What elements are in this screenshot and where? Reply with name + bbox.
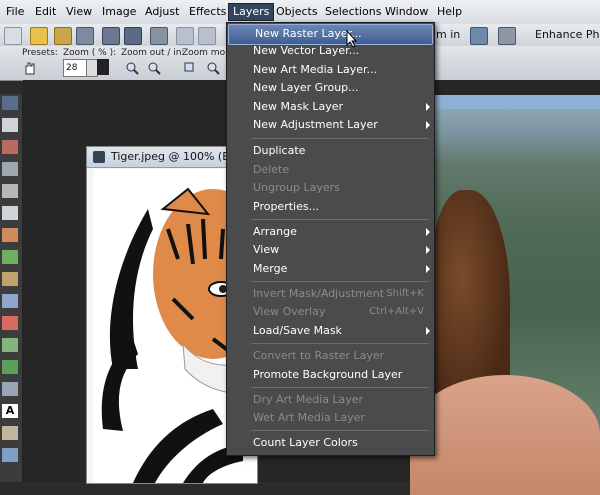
menu-item-view-overlay: View Overlay Ctrl+Alt+V xyxy=(253,305,424,318)
arrow-cursor-icon xyxy=(346,30,358,48)
menu-image[interactable]: Image xyxy=(98,4,140,20)
picture-tube-icon[interactable] xyxy=(2,382,18,396)
menu-separator xyxy=(251,281,429,282)
document-icon xyxy=(93,151,105,163)
background-photo-window[interactable] xyxy=(410,95,600,495)
menu-file[interactable]: File xyxy=(2,4,28,20)
presets-label: Presets: xyxy=(22,48,58,58)
menu-edit[interactable]: Edit xyxy=(31,4,60,20)
browse-icon[interactable] xyxy=(54,27,72,45)
window-layout-icon[interactable] xyxy=(498,27,516,45)
undo-icon[interactable] xyxy=(176,27,194,45)
warp-brush-icon[interactable] xyxy=(2,426,18,440)
image-icon[interactable] xyxy=(470,27,488,45)
menu-item-invert-mask: Invert Mask/Adjustment Shift+K xyxy=(253,287,424,300)
shortcut-text: Shift+K xyxy=(386,288,424,299)
text-tool-icon[interactable]: A xyxy=(2,404,18,418)
photo-title-strip xyxy=(410,95,600,109)
submenu-arrow-icon xyxy=(426,265,430,273)
zoom-out-in-label: Zoom out / in: xyxy=(121,48,185,58)
save-as-icon[interactable] xyxy=(102,27,120,45)
menu-item-view[interactable]: View xyxy=(227,241,434,260)
submenu-arrow-icon xyxy=(426,121,430,129)
menu-separator xyxy=(251,387,429,388)
art-media-icon[interactable] xyxy=(2,448,18,462)
dropper-tool-icon[interactable] xyxy=(2,162,18,176)
menu-separator xyxy=(251,430,429,431)
menu-window[interactable]: Window xyxy=(381,4,432,20)
submenu-arrow-icon xyxy=(426,103,430,111)
menu-item-wet-art-media: Wet Art Media Layer xyxy=(253,411,365,424)
submenu-arrow-icon xyxy=(426,246,430,254)
paint-brush-icon[interactable] xyxy=(2,316,18,330)
straighten-tool-icon[interactable] xyxy=(2,206,18,220)
clone-tool-icon[interactable] xyxy=(2,272,18,286)
menu-item-dry-art-media: Dry Art Media Layer xyxy=(253,393,364,406)
paint-bucket-icon[interactable] xyxy=(2,360,18,374)
new-file-icon[interactable] xyxy=(4,27,22,45)
zoom-in-label[interactable]: m in xyxy=(436,28,460,41)
layers-dropdown-menu: New Raster Layer... New Vector Layer... … xyxy=(226,22,435,456)
menu-item-convert-to-raster: Convert to Raster Layer xyxy=(253,349,385,362)
menu-item-new-mask-layer[interactable]: New Mask Layer xyxy=(227,98,434,117)
zoom-in-icon[interactable] xyxy=(146,60,162,76)
zoom-value-field[interactable]: 28 xyxy=(63,59,87,77)
crop-tool-icon[interactable] xyxy=(2,184,18,198)
zoom-out-icon[interactable] xyxy=(124,60,140,76)
scratch-remover-icon[interactable] xyxy=(2,294,18,308)
zoom-dropdown-icon[interactable] xyxy=(97,59,109,75)
email-icon[interactable] xyxy=(150,27,168,45)
menu-item-arrange[interactable]: Arrange xyxy=(227,223,434,242)
menu-item-new-layer-group[interactable]: New Layer Group... xyxy=(227,79,434,98)
makeover-tool-icon[interactable] xyxy=(2,250,18,264)
tools-palette: A xyxy=(0,94,23,482)
menu-adjust[interactable]: Adjust xyxy=(141,4,183,20)
menu-item-merge[interactable]: Merge xyxy=(227,260,434,279)
menu-separator xyxy=(251,138,429,139)
menu-objects[interactable]: Objects xyxy=(272,4,322,20)
print-icon[interactable] xyxy=(124,27,142,45)
hand-preset-icon[interactable] xyxy=(22,60,38,76)
menu-layers[interactable]: Layers xyxy=(228,3,275,21)
zoom-more-out-icon[interactable] xyxy=(182,60,198,76)
pan-tool-icon[interactable] xyxy=(2,96,18,110)
menu-item-ungroup-layers: Ungroup Layers xyxy=(253,181,340,194)
menu-item-delete: Delete xyxy=(253,163,290,176)
menu-item-properties[interactable]: Properties... xyxy=(227,198,434,217)
menu-separator xyxy=(251,343,429,344)
redo-icon[interactable] xyxy=(198,27,216,45)
selection-tool-icon[interactable] xyxy=(2,140,18,154)
zoom-percent-label: Zoom ( % ): xyxy=(63,48,117,58)
red-eye-tool-icon[interactable] xyxy=(2,228,18,242)
menu-item-new-art-media-layer[interactable]: New Art Media Layer... xyxy=(227,61,434,80)
pick-tool-icon[interactable] xyxy=(2,118,18,132)
photo-subject-shoulder xyxy=(410,375,600,495)
enhance-photo-button[interactable]: Enhance Photo xyxy=(535,28,600,41)
color-replacer-icon[interactable] xyxy=(2,338,18,352)
save-icon[interactable] xyxy=(76,27,94,45)
menu-item-duplicate[interactable]: Duplicate xyxy=(227,142,434,161)
menu-item-new-vector-layer[interactable]: New Vector Layer... xyxy=(227,42,434,61)
shortcut-text: Ctrl+Alt+V xyxy=(369,306,424,317)
menu-separator xyxy=(251,219,429,220)
menu-item-count-layer-colors[interactable]: Count Layer Colors xyxy=(227,434,434,453)
menu-help[interactable]: Help xyxy=(433,4,466,20)
menu-view[interactable]: View xyxy=(62,4,96,20)
submenu-arrow-icon xyxy=(426,228,430,236)
menu-effects[interactable]: Effects xyxy=(185,4,230,20)
open-folder-icon[interactable] xyxy=(30,27,48,45)
menu-item-promote-background[interactable]: Promote Background Layer xyxy=(227,366,434,385)
menu-item-new-adjustment-layer[interactable]: New Adjustment Layer xyxy=(227,116,434,135)
menu-item-load-save-mask[interactable]: Load/Save Mask xyxy=(227,322,434,341)
submenu-arrow-icon xyxy=(426,327,430,335)
menu-selections[interactable]: Selections xyxy=(321,4,385,20)
zoom-more-in-icon[interactable] xyxy=(205,60,221,76)
